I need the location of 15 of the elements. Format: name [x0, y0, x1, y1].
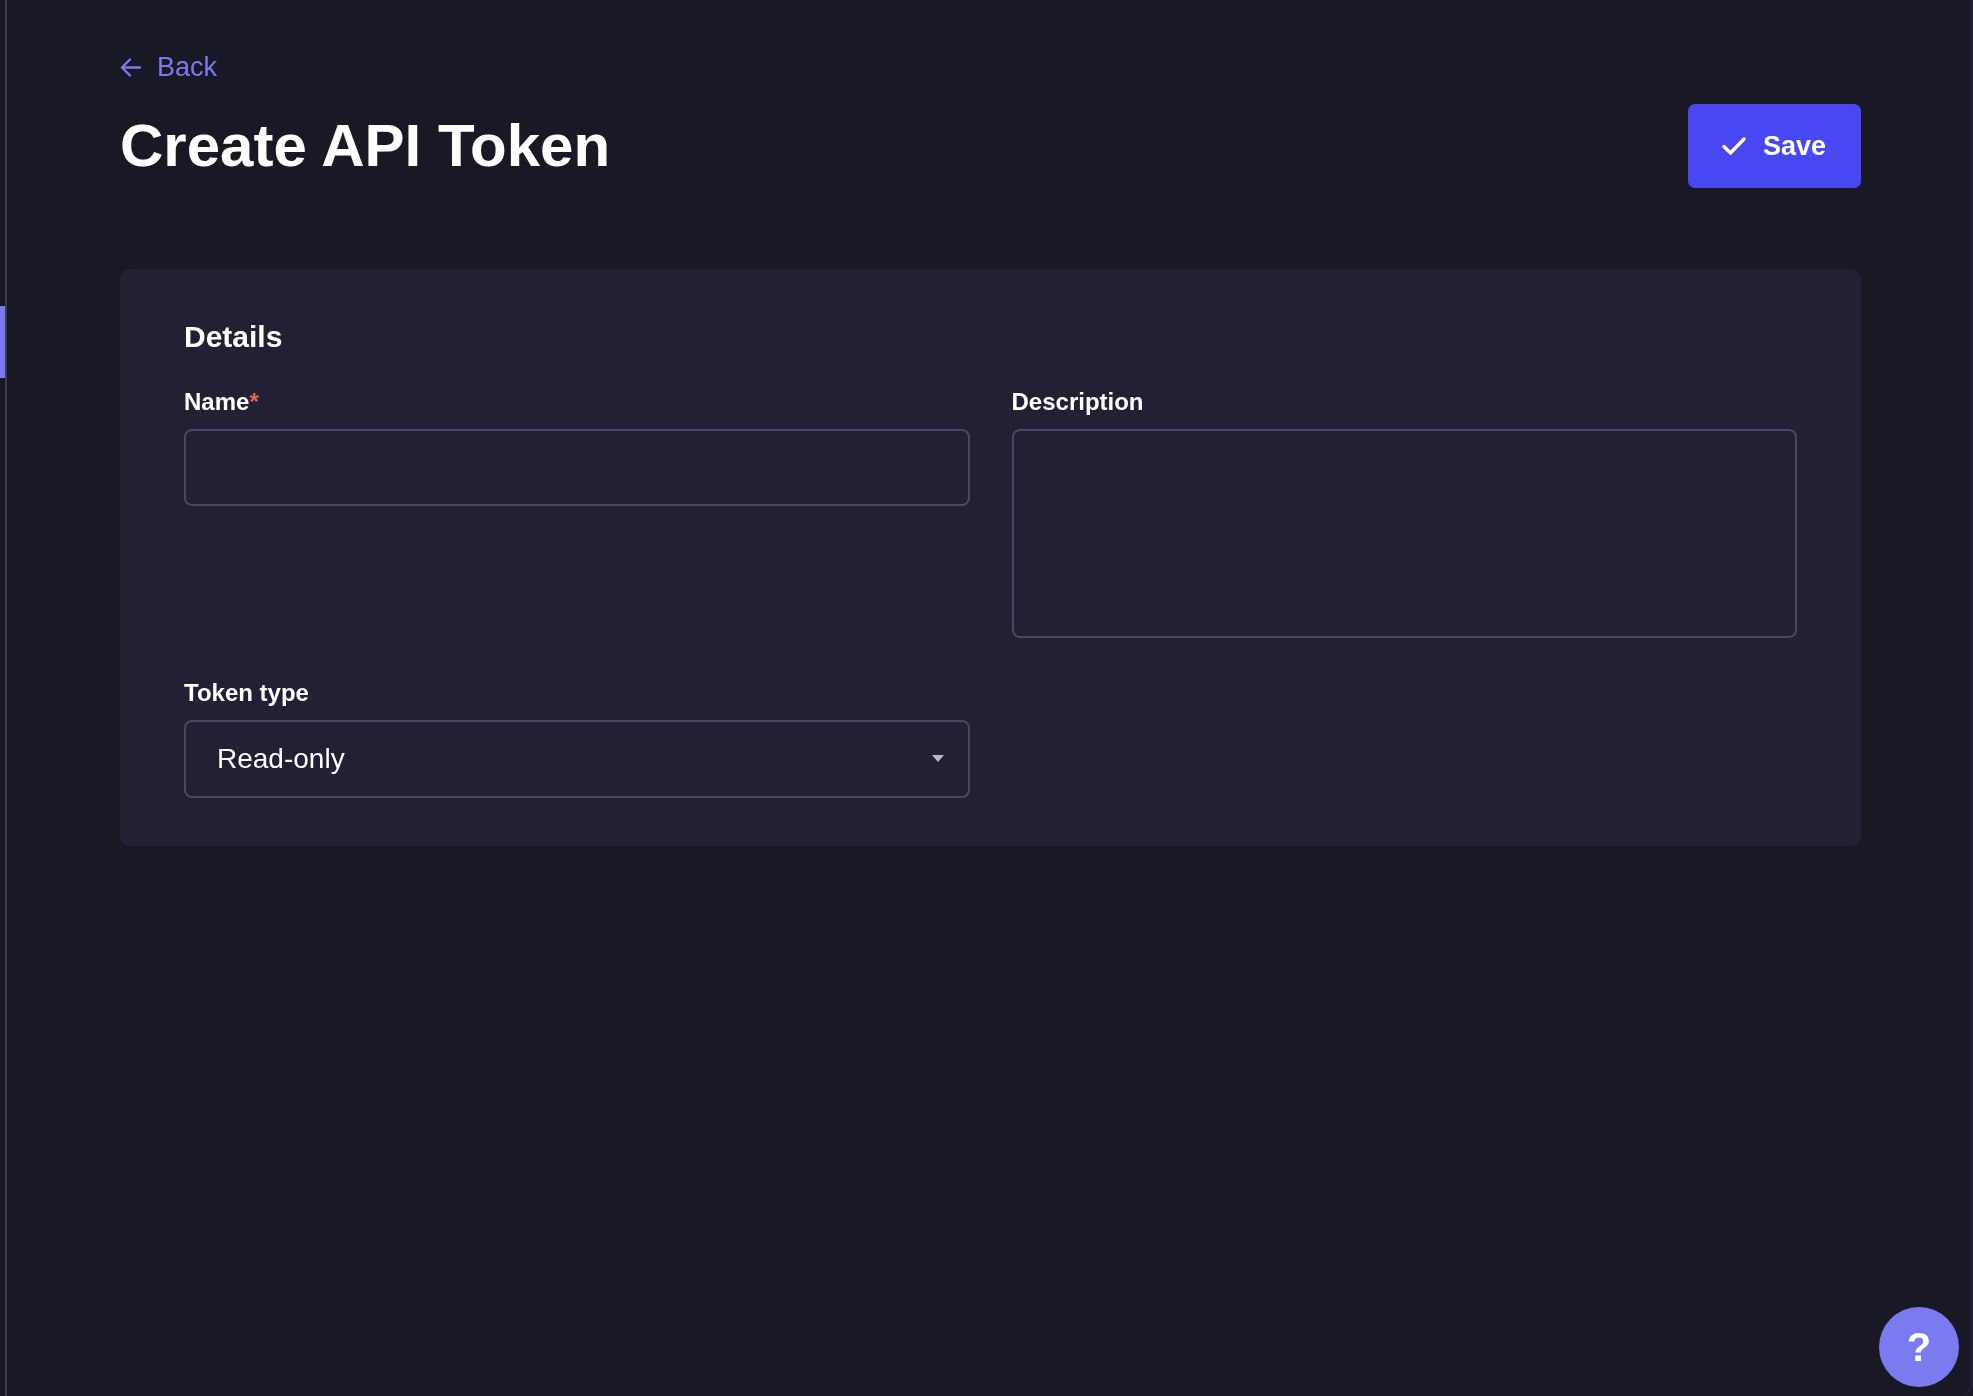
field-label: Token type: [184, 678, 310, 708]
text-input[interactable]: [184, 428, 970, 506]
field-label: Name*: [184, 388, 260, 417]
page-title: Create API Token: [120, 111, 611, 181]
back-link[interactable]: Back: [120, 52, 218, 84]
caret-down-icon: [931, 755, 944, 763]
select-dropdown[interactable]: Read-only: [184, 719, 970, 798]
help-button[interactable]: ?: [1879, 1307, 1959, 1387]
section-heading: Details: [184, 319, 284, 355]
indicator-bar: [0, 306, 5, 378]
arrow-left-icon: [120, 58, 141, 77]
save-button[interactable]: Save: [1687, 104, 1861, 188]
field-label: Description: [1011, 388, 1145, 417]
textarea-field[interactable]: [1011, 428, 1797, 638]
check-icon: [1721, 137, 1746, 155]
